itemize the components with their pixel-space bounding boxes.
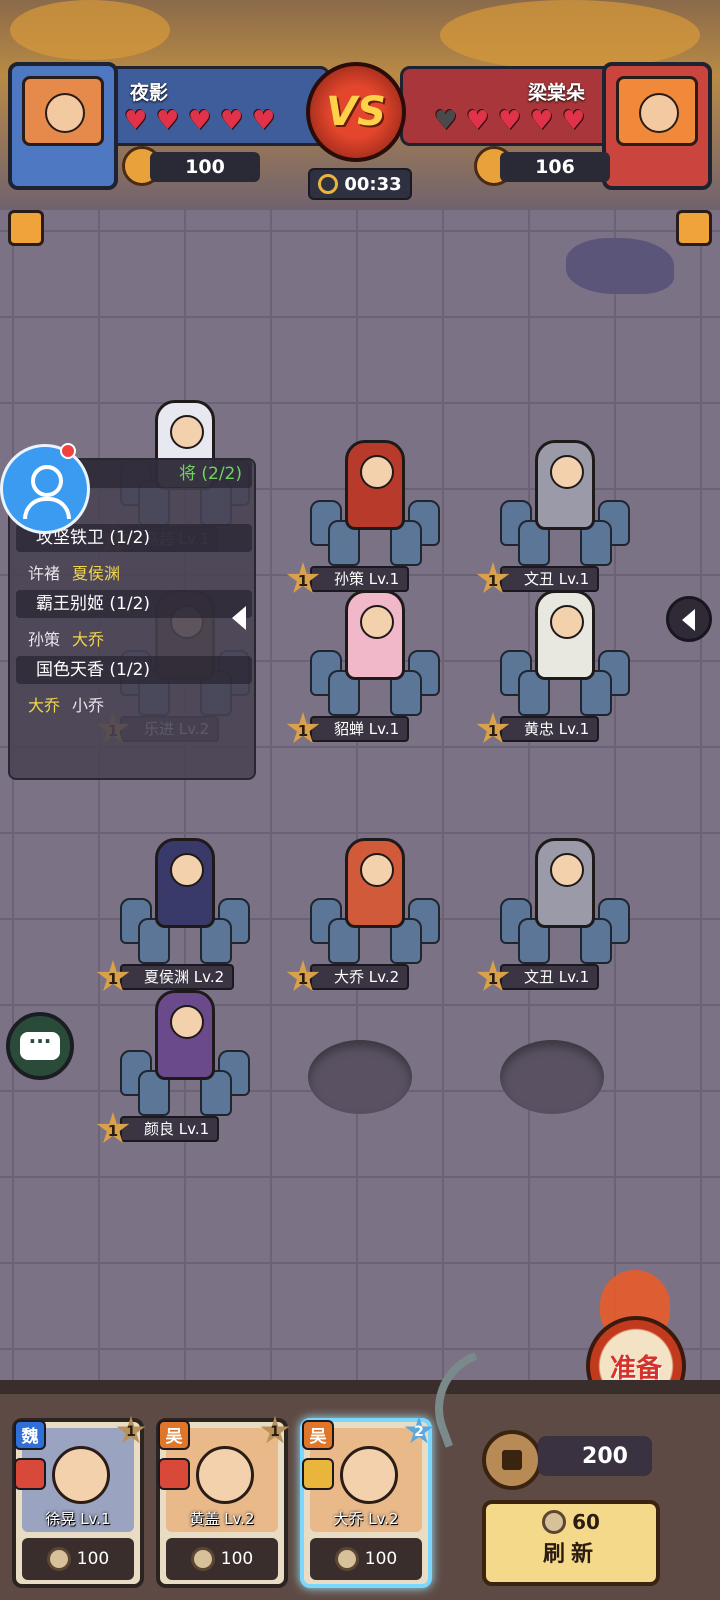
heart-icon: ♥ xyxy=(498,106,522,136)
fan-icon xyxy=(302,1458,334,1490)
right-player-gold: 106 xyxy=(500,152,610,182)
synergy-member: 大乔 xyxy=(28,696,61,715)
synergy-member: 许褚 xyxy=(28,564,61,583)
unit-name-tag: 文丑 Lv.1 xyxy=(500,566,600,592)
right-player-name: 梁棠朵 xyxy=(528,82,586,104)
empty-board-slot[interactable] xyxy=(500,1040,604,1114)
hero-sprite xyxy=(535,838,595,928)
price-value: 100 xyxy=(76,1549,110,1569)
coin-icon xyxy=(46,1547,71,1571)
vs-badge: VS xyxy=(306,62,406,162)
board-unit[interactable] xyxy=(110,838,260,964)
unit-name-tag: 孙策 Lv.1 xyxy=(310,566,410,592)
hero-sprite xyxy=(345,440,405,530)
card-price: 100 xyxy=(310,1538,422,1580)
kingdom-badge: 魏 xyxy=(14,1420,46,1450)
kingdom-badge: 吴 xyxy=(302,1420,334,1450)
board-unit[interactable] xyxy=(490,838,640,964)
hero-sprite xyxy=(345,590,405,680)
left-player-hearts: ♥ ♥ ♥ ♥ ♥ xyxy=(124,108,280,134)
heart-icon: ♥ xyxy=(434,106,458,136)
shop-card[interactable]: 魏 1 徐晃 Lv.1 100 xyxy=(12,1416,146,1588)
player-money: 200 xyxy=(538,1436,652,1476)
card-hero-name: 大乔 Lv.2 xyxy=(333,1510,399,1528)
heart-icon: ♥ xyxy=(220,106,244,136)
empty-board-slot[interactable] xyxy=(308,1040,412,1114)
chat-button[interactable]: ··· xyxy=(6,1012,74,1080)
heart-icon: ♥ xyxy=(252,106,276,136)
refresh-cost: 60 xyxy=(572,1510,600,1534)
rock-decoration xyxy=(566,238,674,294)
hero-sprite xyxy=(535,440,595,530)
card-hero-name: 徐晃 Lv.1 xyxy=(45,1510,111,1528)
board-unit[interactable] xyxy=(300,590,450,716)
card-hero-name: 黄盖 Lv.2 xyxy=(189,1510,255,1528)
hero-sprite xyxy=(155,838,215,928)
shop-card[interactable]: 吴 2 大乔 Lv.2 100 xyxy=(300,1416,434,1588)
copper-coin-icon xyxy=(482,1430,542,1490)
notification-dot xyxy=(60,443,76,459)
card-price: 100 xyxy=(22,1538,134,1580)
heart-icon: ♥ xyxy=(466,106,490,136)
unit-name-tag: 夏侯渊 Lv.2 xyxy=(120,964,235,990)
shop-card[interactable]: 吴 1 黄盖 Lv.2 100 xyxy=(156,1416,290,1588)
weapon-icon xyxy=(158,1458,190,1490)
heart-icon: ♥ xyxy=(156,106,180,136)
expand-left-button[interactable] xyxy=(666,596,712,642)
left-player-name: 夜影 xyxy=(130,82,169,104)
price-value: 100 xyxy=(364,1549,398,1569)
board-unit[interactable] xyxy=(490,590,640,716)
heart-icon: ♥ xyxy=(188,106,212,136)
coin-icon xyxy=(190,1547,215,1571)
round-timer: 00:33 xyxy=(308,168,412,200)
battle-board xyxy=(0,210,720,1380)
unit-name-tag: 颜良 Lv.1 xyxy=(120,1116,220,1142)
board-unit[interactable] xyxy=(300,440,450,566)
unit-name-tag: 貂蝉 Lv.1 xyxy=(310,716,410,742)
synergy-member: 夏侯渊 xyxy=(72,564,121,583)
kingdom-badge: 吴 xyxy=(158,1420,190,1450)
board-unit[interactable] xyxy=(490,440,640,566)
person-icon xyxy=(31,465,63,497)
hero-sprite xyxy=(345,838,405,928)
coin-icon xyxy=(542,1510,567,1534)
card-price: 100 xyxy=(166,1538,278,1580)
heart-icon: ♥ xyxy=(562,106,586,136)
synergy-member: 大乔 xyxy=(72,630,105,649)
heart-icon: ♥ xyxy=(530,106,554,136)
price-value: 100 xyxy=(220,1549,254,1569)
right-player-avatar[interactable] xyxy=(602,62,712,190)
fire-buff-icon[interactable] xyxy=(8,210,44,246)
clock-icon xyxy=(318,174,339,194)
autumn-tree-decoration xyxy=(10,0,170,60)
synergy-member: 小乔 xyxy=(72,696,105,715)
board-unit[interactable] xyxy=(110,990,260,1116)
unit-name-tag: 大乔 Lv.2 xyxy=(310,964,410,990)
coin-icon xyxy=(334,1547,359,1571)
left-player-avatar[interactable] xyxy=(8,62,118,190)
synergy-members: 大乔 小乔 xyxy=(28,692,116,716)
chat-bubble-icon: ··· xyxy=(20,1031,60,1060)
treasure-icon[interactable] xyxy=(676,210,712,246)
autumn-tree-decoration xyxy=(440,0,700,70)
refresh-button[interactable]: 60 刷新 xyxy=(482,1500,660,1586)
hero-sprite xyxy=(535,590,595,680)
refresh-label: 刷新 xyxy=(542,1542,599,1567)
profile-button[interactable] xyxy=(0,444,90,534)
synergy-title[interactable]: 霸王别姬 (1/2) xyxy=(16,590,252,618)
left-player-gold: 100 xyxy=(150,152,260,182)
board-unit[interactable] xyxy=(300,838,450,964)
heart-icon: ♥ xyxy=(124,106,148,136)
hero-sprite xyxy=(155,990,215,1080)
right-player-hearts: ♥ ♥ ♥ ♥ ♥ xyxy=(434,108,590,134)
synergy-title[interactable]: 国色天香 (1/2) xyxy=(16,656,252,684)
weapon-icon xyxy=(14,1458,46,1490)
unit-name-tag: 文丑 Lv.1 xyxy=(500,964,600,990)
synergy-collapse-icon[interactable] xyxy=(232,606,246,630)
timer-value: 00:33 xyxy=(344,173,402,195)
synergy-members: 孙策 大乔 xyxy=(28,626,116,650)
unit-name-tag: 黄忠 Lv.1 xyxy=(500,716,600,742)
synergy-members: 许褚 夏侯渊 xyxy=(28,560,132,584)
synergy-member: 孙策 xyxy=(28,630,61,649)
